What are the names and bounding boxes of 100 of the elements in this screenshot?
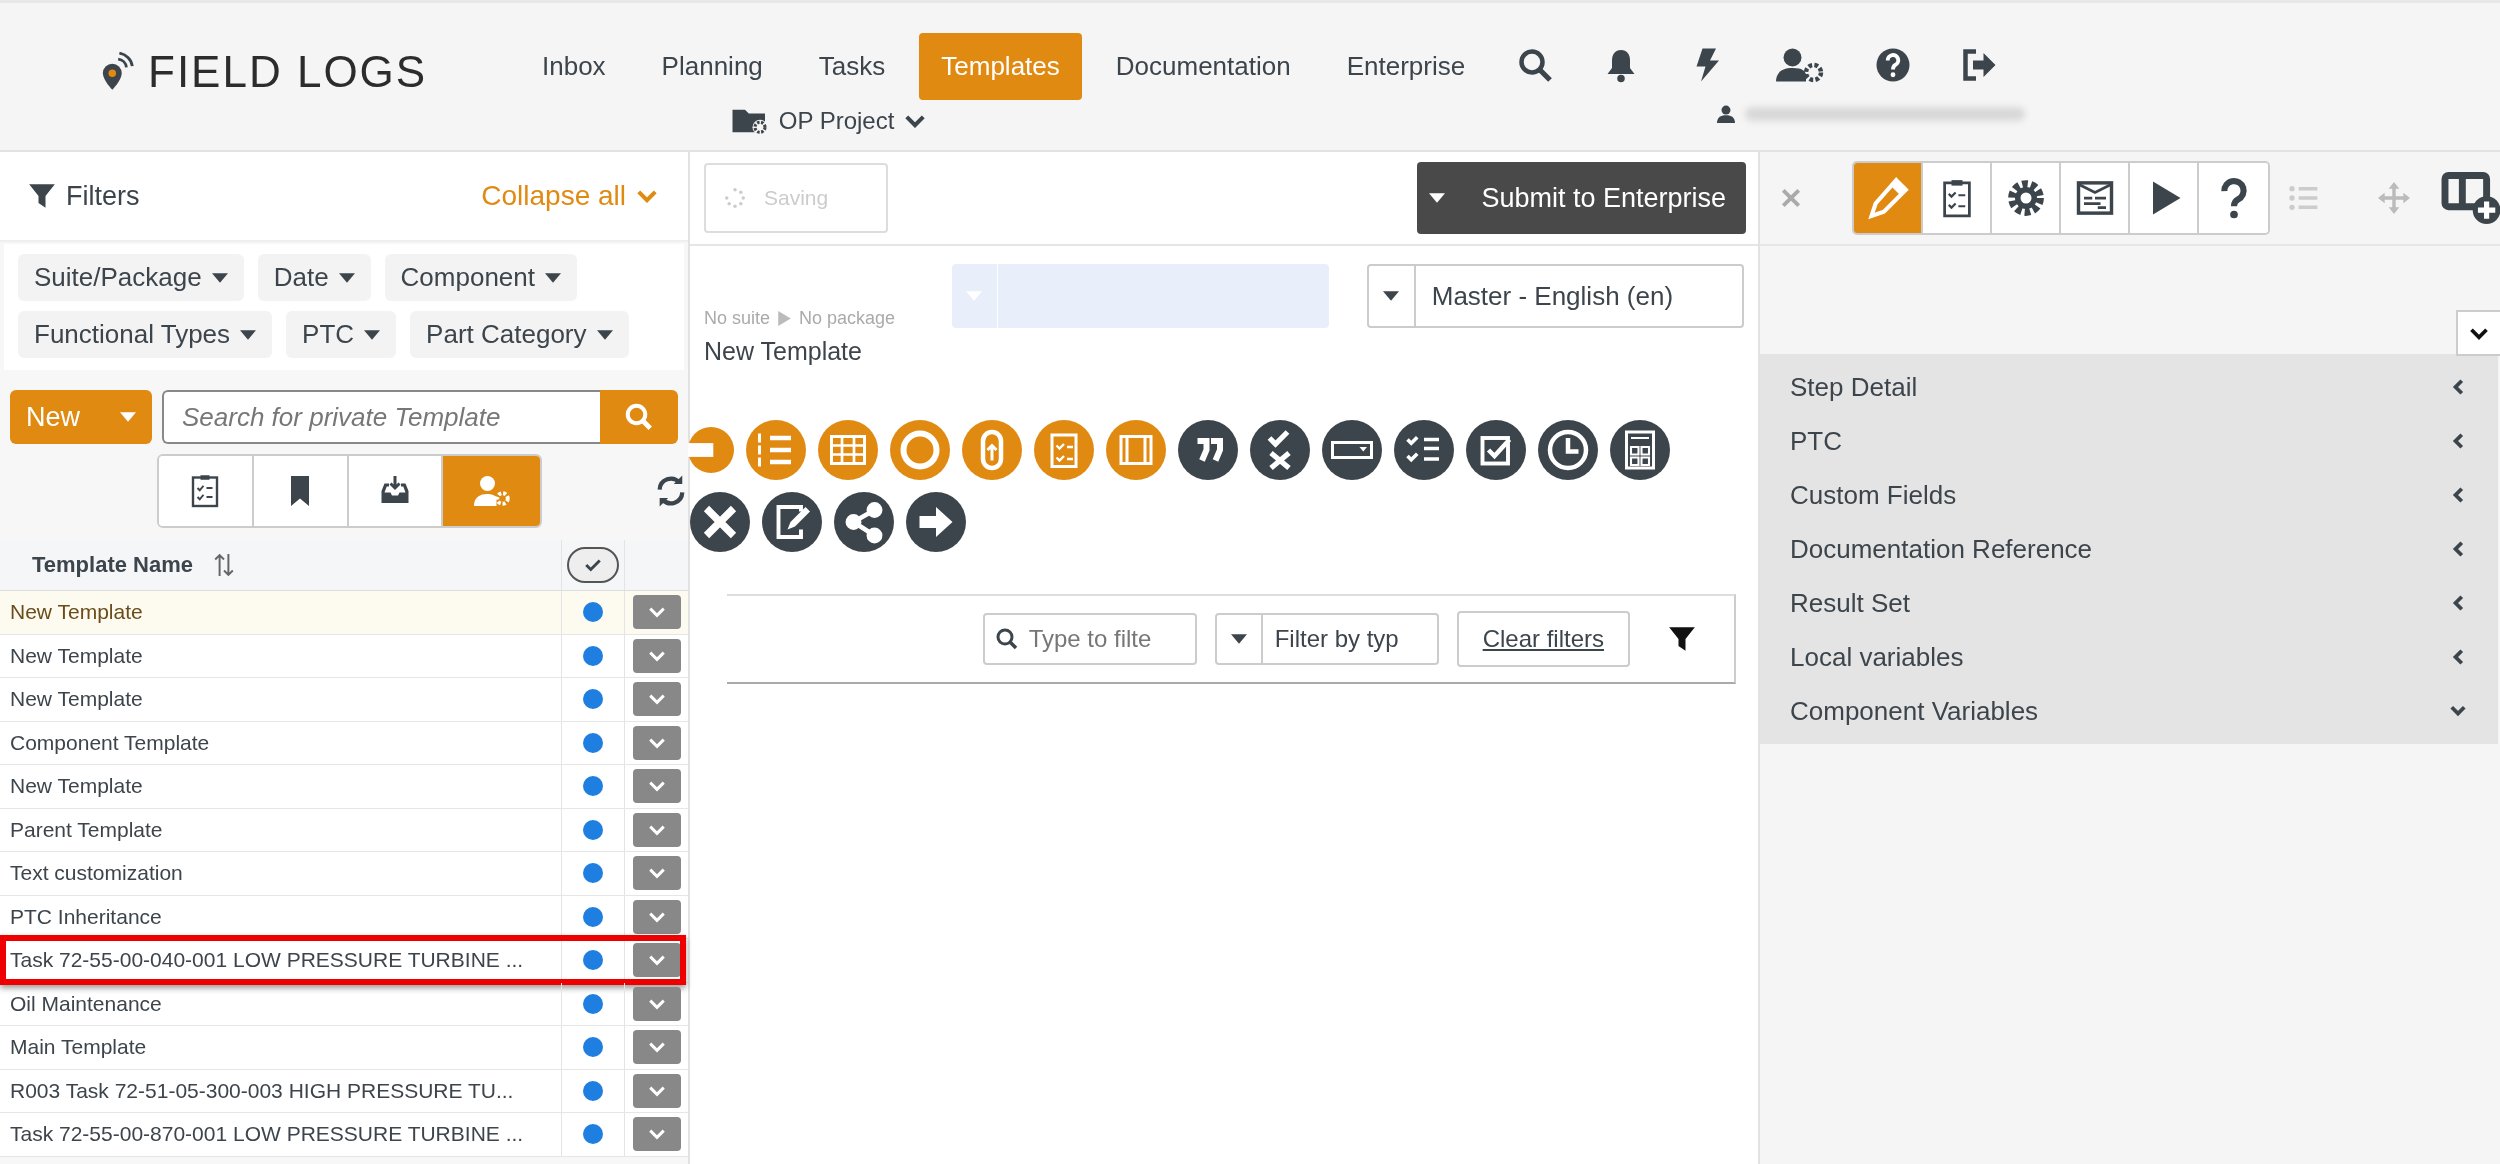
table-row[interactable]: R003 Task 72-51-05-300-003 HIGH PRESSURE TU... [0,1069,688,1113]
check-all-button[interactable] [567,547,619,583]
ring-icon[interactable] [890,420,950,480]
table-row[interactable]: Text customization [0,852,688,896]
table-row[interactable]: Main Template [0,1026,688,1070]
chevron-down-icon [647,954,666,967]
row-menu-button[interactable] [632,986,681,1021]
edit-icon[interactable] [762,492,822,552]
help-icon[interactable] [1875,47,1912,83]
chevron-down-icon [647,736,666,749]
nav-tab[interactable]: Planning [639,33,785,100]
accordion-item[interactable]: Step Detail [1760,360,2498,414]
chevron-down-icon [647,997,666,1010]
location-pin-icon [100,52,134,92]
filter-dropdown[interactable]: PTC [286,311,397,358]
collapse-dropdown-button[interactable] [2456,310,2500,356]
row-menu-button[interactable] [632,856,681,891]
search-icon[interactable] [1517,47,1554,83]
template-name: Task 72-55-00-870-001 LOW PRESSURE TURBINE ... [10,1122,524,1147]
accordion-item[interactable]: Custom Fields [1760,468,2498,522]
nav-tab[interactable]: Inbox [520,33,628,100]
filter-dropdown[interactable]: Date [257,254,371,301]
table-row[interactable]: New Template [0,765,688,809]
dropdown-icon[interactable] [1322,420,1382,480]
table-row[interactable]: New Template [0,591,688,635]
calculator-icon[interactable] [1610,420,1670,480]
quote-icon[interactable] [1178,420,1238,480]
chevron-down-icon [647,693,666,706]
filter-type-dropdown[interactable]: Filter by typ [1214,613,1439,665]
column-header[interactable]: Template Name [32,552,193,578]
clock-icon[interactable] [1538,420,1598,480]
film-icon[interactable] [1106,420,1166,480]
accordion-item[interactable]: Local variables [1760,630,2498,684]
filter-dropdown[interactable]: Component [384,254,577,301]
table-row[interactable]: Oil Maintenance [0,982,688,1026]
user-gear-icon[interactable] [1775,47,1826,83]
caret-down-icon [1230,634,1247,644]
status-dot [583,950,603,971]
caret-down-icon [1383,291,1400,301]
check-icon [584,558,602,572]
chevron-down-icon [647,1084,666,1097]
table-row[interactable]: Parent Template [0,808,688,852]
sort-icon[interactable] [213,551,235,579]
accordion-item[interactable]: Result Set [1760,576,2498,630]
row-menu-button[interactable] [632,682,681,717]
type-filter-field[interactable]: Type to filte [982,613,1197,665]
accordion-item[interactable]: PTC [1760,414,2498,468]
row-menu-button[interactable] [632,769,681,804]
row-menu-button[interactable] [632,1073,681,1108]
template-name: Main Template [10,1035,147,1060]
language-dropdown[interactable]: Master - English (en) [1366,264,1744,328]
table-row[interactable]: Task 72-55-00-870-001 LOW PRESSURE TURBINE ... [0,1113,688,1157]
project-selector[interactable]: OP Project [730,106,927,136]
clear-filters-button[interactable]: Clear filters [1456,611,1630,667]
status-dot [583,602,603,623]
row-menu-button[interactable] [632,1030,681,1065]
link-icon[interactable] [962,420,1022,480]
row-menu-button[interactable] [632,595,681,630]
nav-tab[interactable]: Documentation [1093,33,1313,100]
nav-tab[interactable]: Tasks [796,33,908,100]
table-row[interactable]: Task 72-55-00-040-001 LOW PRESSURE TURBINE ... [0,939,688,983]
row-menu-button[interactable] [632,638,681,673]
nav-tab[interactable]: Enterprise [1324,33,1488,100]
share-icon[interactable] [834,492,894,552]
table-row[interactable]: New Template [0,678,688,722]
chevron-down-icon [647,780,666,793]
row-menu-button[interactable] [632,812,681,847]
search-button[interactable] [600,390,678,444]
clipboard-view-button[interactable] [159,456,254,526]
table-row[interactable]: Component Template [0,721,688,765]
search-field[interactable]: Search for private Template [162,390,600,444]
table-row[interactable]: PTC Inheritance [0,895,688,939]
table-row[interactable]: New Template [0,634,688,678]
add-column-icon[interactable] [2440,172,2500,224]
clipboard-icon[interactable] [1034,420,1094,480]
row-menu-button[interactable] [632,725,681,760]
filter-dropdown[interactable]: Functional Types [18,311,273,358]
accordion-item[interactable]: Component Variables [1760,684,2498,738]
filter-dropdown[interactable]: Part Category [410,311,629,358]
table-icon[interactable] [818,420,878,480]
filter-dropdown[interactable]: Suite/Package [18,254,244,301]
row-menu-button[interactable] [632,943,681,978]
sign-out-icon[interactable] [1961,47,1998,83]
checkbox-icon[interactable] [1466,420,1526,480]
row-menu-button[interactable] [632,1117,681,1152]
status-dot [583,732,603,753]
caret-down-icon [240,329,257,340]
submit-button[interactable]: Submit to Enterprise [1417,162,1746,234]
caret-down-icon [1429,193,1446,203]
accordion-item[interactable]: Documentation Reference [1760,522,2498,576]
check-cross-icon[interactable] [1250,420,1310,480]
template-name: Oil Maintenance [10,991,162,1016]
search-icon [624,402,654,432]
filter-icon[interactable] [1668,625,1696,653]
checklist-icon[interactable] [1394,420,1454,480]
status-dot [583,1124,603,1145]
caret-down-icon [338,272,355,283]
numbered-list-icon[interactable] [746,420,806,480]
row-menu-button[interactable] [632,899,681,934]
status-dot [583,645,603,666]
